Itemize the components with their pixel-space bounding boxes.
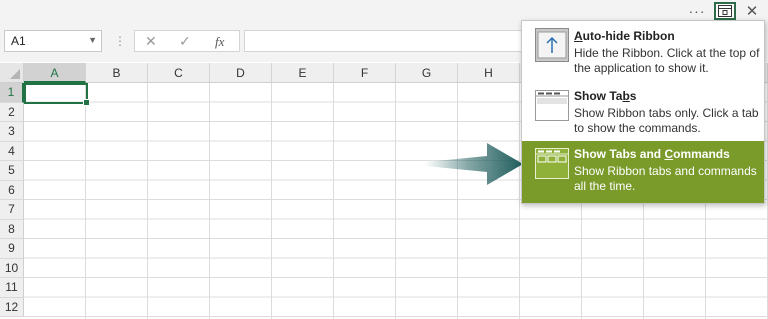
column-header[interactable]: F: [334, 63, 396, 83]
auto-hide-ribbon-icon: [535, 28, 569, 62]
row-header[interactable]: 11: [0, 278, 24, 298]
menu-item-auto-hide-ribbon[interactable]: Auto-hide Ribbon Hide the Ribbon. Click …: [522, 23, 764, 83]
insert-function-icon[interactable]: fx: [215, 34, 224, 50]
menu-item-show-tabs-and-commands[interactable]: Show Tabs and Commands Show Ribbon tabs …: [522, 141, 764, 203]
row-header[interactable]: 4: [0, 141, 24, 161]
show-tabs-and-commands-icon: [535, 148, 569, 179]
name-box-value: A1: [11, 34, 26, 48]
column-header[interactable]: H: [458, 63, 520, 83]
row-header[interactable]: 1: [0, 83, 24, 103]
formula-bar-separator: ⋮: [114, 34, 126, 48]
row-header[interactable]: 2: [0, 102, 24, 122]
name-box[interactable]: A1 ▼: [4, 30, 102, 52]
menu-item-title: Auto-hide Ribbon: [574, 29, 675, 43]
row-header[interactable]: 9: [0, 239, 24, 259]
menu-item-description: Hide the Ribbon. Click at the top of the…: [574, 46, 760, 75]
show-tabs-icon: [535, 90, 569, 121]
row-header[interactable]: 5: [0, 161, 24, 181]
row-header[interactable]: 10: [0, 258, 24, 278]
menu-item-title: Show Tabs and Commands: [574, 147, 730, 161]
column-header[interactable]: A: [24, 63, 86, 83]
title-strip: [0, 0, 768, 22]
enter-icon[interactable]: ✓: [179, 33, 191, 50]
ribbon-display-icon: [718, 5, 732, 17]
chevron-down-icon[interactable]: ▼: [88, 35, 97, 45]
column-header[interactable]: G: [396, 63, 458, 83]
row-header[interactable]: 7: [0, 200, 24, 220]
menu-item-description: Show Ribbon tabs and commands all the ti…: [574, 164, 757, 193]
formula-controls: ✕ ✓ fx: [134, 30, 240, 52]
row-headers: 1 2 3 4 5 6 7 8 9 10 11 12: [0, 83, 24, 317]
row-header[interactable]: 12: [0, 297, 24, 317]
cancel-icon[interactable]: ✕: [145, 33, 157, 50]
pointer-arrow: [425, 143, 523, 185]
row-header[interactable]: 8: [0, 219, 24, 239]
row-header[interactable]: 6: [0, 180, 24, 200]
ribbon-display-options-button[interactable]: [714, 2, 736, 20]
menu-item-show-tabs[interactable]: Show Tabs Show Ribbon tabs only. Click a…: [522, 83, 764, 143]
more-options-icon[interactable]: ···: [688, 2, 706, 20]
menu-item-description: Show Ribbon tabs only. Click a tab to sh…: [574, 106, 759, 135]
column-header[interactable]: C: [148, 63, 210, 83]
column-header[interactable]: D: [210, 63, 272, 83]
menu-item-title: Show Tabs: [574, 89, 637, 103]
column-header[interactable]: B: [86, 63, 148, 83]
ribbon-display-options-menu: Auto-hide Ribbon Hide the Ribbon. Click …: [521, 20, 765, 204]
row-header[interactable]: 3: [0, 122, 24, 142]
close-icon[interactable]: ✕: [742, 2, 762, 20]
active-cell[interactable]: [24, 83, 90, 106]
column-header[interactable]: E: [272, 63, 334, 83]
select-all-button[interactable]: [0, 63, 24, 83]
